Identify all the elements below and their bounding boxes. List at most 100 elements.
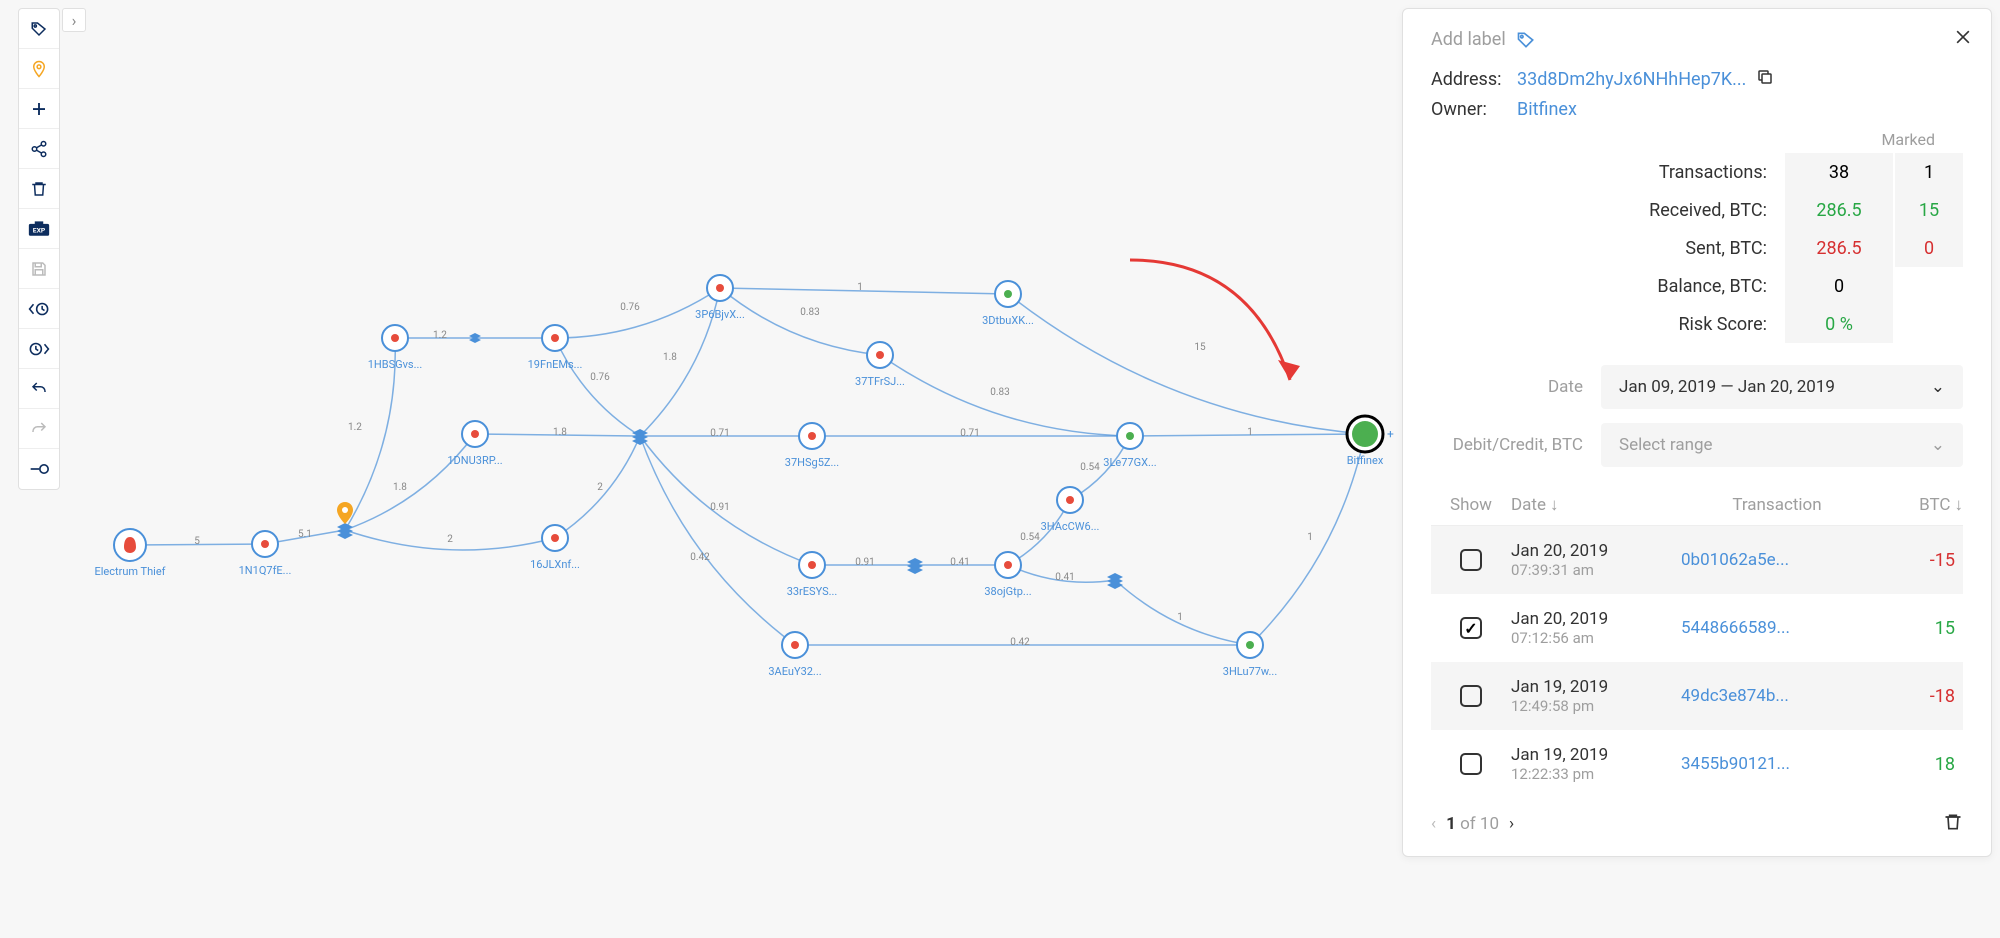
svg-text:0.41: 0.41	[1055, 572, 1075, 583]
svg-text:2: 2	[597, 482, 603, 493]
tx-row: Jan 20, 201907:39:31 am 0b01062a5e... -1…	[1431, 526, 1963, 594]
search-tool[interactable]	[19, 449, 59, 489]
time-forward-tool[interactable]	[19, 329, 59, 369]
svg-text:0.76: 0.76	[620, 302, 640, 313]
svg-text:38ojGtp...: 38ojGtp...	[984, 585, 1031, 598]
pin-tool[interactable]	[19, 49, 59, 89]
owner-label: Owner:	[1431, 99, 1517, 120]
svg-text:EXP: EXP	[33, 226, 46, 234]
graph-node[interactable]: 1DNU3RP...	[447, 421, 502, 467]
svg-text:0.83: 0.83	[800, 307, 820, 318]
svg-text:1: 1	[1247, 427, 1253, 438]
svg-text:15: 15	[1194, 342, 1206, 353]
svg-text:3HLu77w...: 3HLu77w...	[1223, 665, 1278, 678]
graph-node[interactable]: 33rESYS...	[787, 552, 838, 598]
tx-checkbox[interactable]	[1460, 617, 1482, 639]
col-btc[interactable]: BTC ↓	[1873, 495, 1963, 515]
close-icon[interactable]	[1953, 27, 1973, 51]
graph-node[interactable]: 1HBSGvs...	[368, 325, 423, 371]
graph-node[interactable]	[907, 558, 923, 574]
redo-tool[interactable]	[19, 409, 59, 449]
marked-header: Marked	[1881, 130, 1935, 149]
graph-node[interactable]: 16JLXnf...	[530, 525, 580, 571]
stat-row: Balance, BTC: 0	[1431, 267, 1963, 305]
svg-text:Bitfinex: Bitfinex	[1347, 454, 1384, 467]
tx-checkbox[interactable]	[1460, 549, 1482, 571]
graph-node[interactable]	[1107, 573, 1123, 589]
tx-table-header: Show Date ↓ Transaction BTC ↓	[1431, 481, 1963, 526]
svg-text:3DtbuXK...: 3DtbuXK...	[982, 314, 1034, 327]
svg-text:1.8: 1.8	[553, 427, 567, 438]
prev-page-button[interactable]: ‹	[1431, 814, 1436, 834]
tx-checkbox[interactable]	[1460, 753, 1482, 775]
trash-icon[interactable]	[1943, 812, 1963, 836]
graph-node[interactable]: Electrum Thief	[94, 529, 165, 578]
graph-node[interactable]: 3AEuY32...	[768, 632, 821, 678]
next-page-button[interactable]: ›	[1509, 814, 1514, 834]
tx-hash-link[interactable]: 5448666589...	[1681, 618, 1790, 638]
svg-text:3AEuY32...: 3AEuY32...	[768, 665, 821, 678]
graph-node[interactable]: 19FnEMs...	[528, 325, 583, 371]
svg-text:19FnEMs...: 19FnEMs...	[528, 358, 583, 371]
svg-text:0.42: 0.42	[690, 552, 710, 563]
tx-row: Jan 20, 201907:12:56 am 5448666589... 15	[1431, 594, 1963, 662]
svg-text:3Le77GX...: 3Le77GX...	[1103, 456, 1156, 469]
range-filter-label: Debit/Credit, BTC	[1431, 435, 1601, 455]
svg-text:33rESYS...: 33rESYS...	[787, 585, 838, 598]
svg-text:5.1: 5.1	[298, 529, 312, 540]
svg-text:$: $	[1359, 421, 1370, 445]
tx-hash-link[interactable]: 3455b90121...	[1681, 754, 1790, 774]
svg-text:2: 2	[447, 534, 453, 545]
add-label-button[interactable]: Add label	[1431, 29, 1963, 50]
tx-hash-link[interactable]: 0b01062a5e...	[1681, 550, 1789, 570]
address-value[interactable]: 33d8Dm2hyJx6NHhHep7K...	[1517, 69, 1746, 90]
tag-tool[interactable]	[19, 9, 59, 49]
svg-text:0.76: 0.76	[590, 372, 610, 383]
owner-value[interactable]: Bitfinex	[1517, 99, 1577, 120]
svg-text:16JLXnf...: 16JLXnf...	[530, 558, 580, 571]
svg-text:1: 1	[1177, 612, 1183, 623]
svg-text:37TFrSJ...: 37TFrSJ...	[855, 375, 905, 388]
graph-node[interactable]: 37TFrSJ...	[855, 342, 905, 388]
col-date[interactable]: Date ↓	[1511, 495, 1681, 515]
svg-text:1: 1	[857, 282, 863, 293]
export-tool[interactable]: EXP	[19, 209, 59, 249]
graph-node[interactable]: 3Le77GX...	[1103, 423, 1156, 469]
graph-node[interactable]: 1N1Q7fE...	[239, 531, 292, 577]
svg-text:0.91: 0.91	[710, 502, 730, 513]
save-tool[interactable]	[19, 249, 59, 289]
svg-text:Electrum Thief: Electrum Thief	[94, 565, 165, 578]
svg-text:1DNU3RP...: 1DNU3RP...	[447, 454, 502, 467]
svg-text:0.71: 0.71	[960, 428, 980, 439]
chevron-down-icon: ⌄	[1931, 377, 1945, 397]
toolbar: EXP	[18, 8, 60, 490]
tag-icon	[1516, 30, 1536, 50]
svg-text:0.42: 0.42	[1010, 637, 1030, 648]
graph-node[interactable]: 3HLu77w...	[1223, 632, 1278, 678]
time-back-tool[interactable]	[19, 289, 59, 329]
expand-toolbar-button[interactable]: ›	[62, 8, 86, 32]
copy-icon[interactable]	[1756, 68, 1774, 91]
add-tool[interactable]	[19, 89, 59, 129]
svg-text:1HBSGvs...: 1HBSGvs...	[368, 358, 423, 371]
svg-text:1N1Q7fE...: 1N1Q7fE...	[239, 564, 292, 577]
svg-text:+: +	[1387, 427, 1394, 441]
svg-text:0.71: 0.71	[710, 428, 730, 439]
undo-tool[interactable]	[19, 369, 59, 409]
trash-tool[interactable]	[19, 169, 59, 209]
graph-node[interactable]: 3HAcCW6...	[1041, 487, 1100, 533]
date-filter-label: Date	[1431, 377, 1601, 397]
col-show: Show	[1431, 495, 1511, 515]
svg-text:1: 1	[1307, 532, 1313, 543]
share-tool[interactable]	[19, 129, 59, 169]
range-filter-select[interactable]: Select range ⌄	[1601, 423, 1963, 467]
graph-node[interactable]: $ +Bitfinex	[1347, 416, 1394, 467]
graph-node[interactable]: 38ojGtp...	[984, 552, 1031, 598]
stat-row: Risk Score: 0 %	[1431, 305, 1963, 343]
graph-node[interactable]: 3DtbuXK...	[982, 281, 1034, 327]
date-filter-select[interactable]: Jan 09, 2019 — Jan 20, 2019 ⌄	[1601, 365, 1963, 409]
graph-node[interactable]: 37HSg5Z...	[785, 423, 839, 469]
tx-hash-link[interactable]: 49dc3e874b...	[1681, 686, 1789, 706]
col-tx[interactable]: Transaction	[1681, 495, 1873, 515]
tx-checkbox[interactable]	[1460, 685, 1482, 707]
